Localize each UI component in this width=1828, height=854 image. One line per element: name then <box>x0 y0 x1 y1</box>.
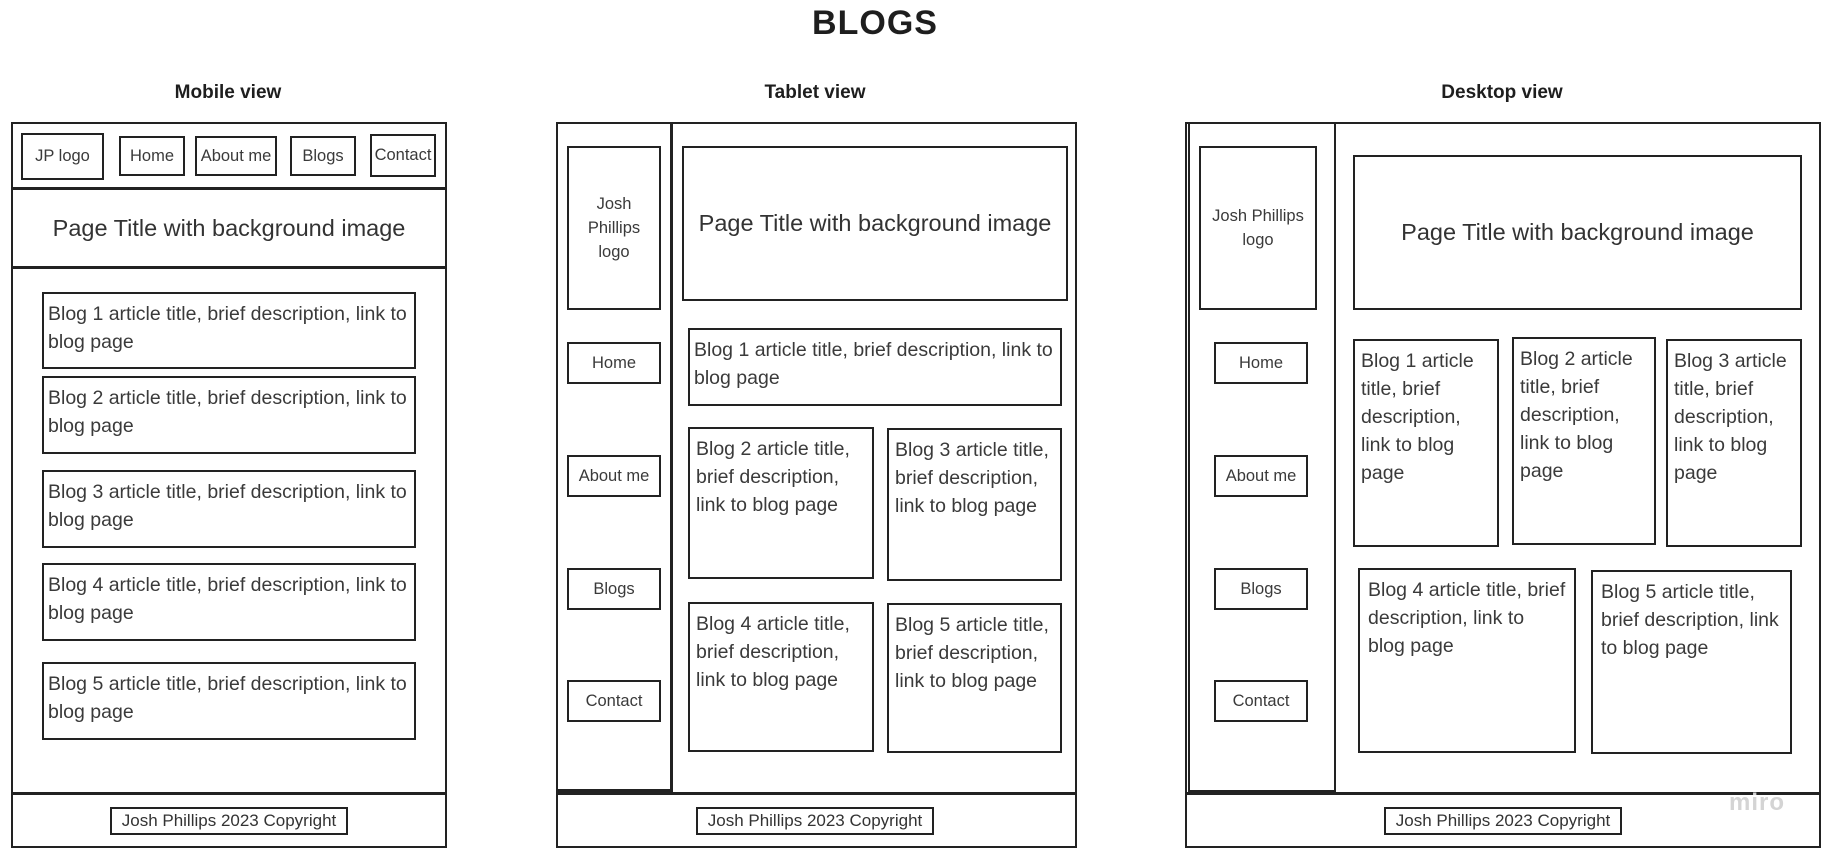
tablet-blog-card[interactable]: Blog 4 article title, brief description,… <box>688 602 874 752</box>
desktop-blog-card[interactable]: Blog 3 article title, brief description,… <box>1666 339 1802 547</box>
tablet-page-title: Page Title with background image <box>682 146 1068 301</box>
desktop-nav-contact[interactable]: Contact <box>1214 680 1308 722</box>
mobile-view-heading: Mobile view <box>174 82 282 103</box>
tablet-nav-about[interactable]: About me <box>567 455 661 497</box>
desktop-blog-card[interactable]: Blog 5 article title, brief description,… <box>1591 570 1792 754</box>
desktop-footer: Josh Phillips 2023 Copyright <box>1384 807 1622 835</box>
mobile-title-divider <box>11 266 447 269</box>
desktop-view-heading: Desktop view <box>1441 82 1563 103</box>
tablet-nav-home[interactable]: Home <box>567 342 661 384</box>
desktop-footer-divider <box>1185 792 1821 795</box>
tablet-logo[interactable]: Josh Phillips logo <box>567 146 661 310</box>
tablet-view-heading: Tablet view <box>764 82 866 103</box>
mobile-blog-card[interactable]: Blog 3 article title, brief description,… <box>42 470 416 548</box>
desktop-page-title: Page Title with background image <box>1353 155 1802 310</box>
desktop-blog-card[interactable]: Blog 1 article title, brief description,… <box>1353 339 1499 547</box>
mobile-nav-blogs[interactable]: Blogs <box>290 136 356 176</box>
miro-watermark: miro <box>1729 789 1786 816</box>
mobile-footer: Josh Phillips 2023 Copyright <box>110 807 348 835</box>
desktop-nav-blogs[interactable]: Blogs <box>1214 568 1308 610</box>
tablet-blog-card[interactable]: Blog 3 article title, brief description,… <box>887 428 1062 581</box>
mobile-nav-about[interactable]: About me <box>195 136 277 176</box>
page-title: BLOGS <box>812 4 938 42</box>
desktop-blog-card[interactable]: Blog 4 article title, brief description,… <box>1358 568 1576 753</box>
tablet-blog-card[interactable]: Blog 5 article title, brief description,… <box>887 603 1062 753</box>
mobile-logo[interactable]: JP logo <box>21 133 104 180</box>
tablet-footer-divider <box>556 792 1077 795</box>
mobile-blog-card[interactable]: Blog 4 article title, brief description,… <box>42 563 416 641</box>
mobile-blog-card[interactable]: Blog 5 article title, brief description,… <box>42 662 416 740</box>
tablet-blog-card[interactable]: Blog 2 article title, brief description,… <box>688 427 874 579</box>
mobile-blog-card[interactable]: Blog 2 article title, brief description,… <box>42 376 416 454</box>
desktop-logo[interactable]: Josh Phillips logo <box>1199 146 1317 310</box>
mobile-footer-divider <box>11 792 447 795</box>
mobile-nav-home[interactable]: Home <box>119 136 185 176</box>
mobile-page-title: Page Title with background image <box>52 214 406 241</box>
tablet-footer: Josh Phillips 2023 Copyright <box>696 807 934 835</box>
tablet-nav-contact[interactable]: Contact <box>567 680 661 722</box>
desktop-blog-card[interactable]: Blog 2 article title, brief description,… <box>1512 337 1656 545</box>
mobile-blog-card[interactable]: Blog 1 article title, brief description,… <box>42 292 416 369</box>
mobile-nav-contact[interactable]: Contact <box>370 134 436 177</box>
tablet-blog-card[interactable]: Blog 1 article title, brief description,… <box>688 328 1062 406</box>
tablet-sidebar-divider <box>670 122 673 793</box>
desktop-nav-home[interactable]: Home <box>1214 342 1308 384</box>
tablet-nav-blogs[interactable]: Blogs <box>567 568 661 610</box>
desktop-nav-about[interactable]: About me <box>1214 455 1308 497</box>
